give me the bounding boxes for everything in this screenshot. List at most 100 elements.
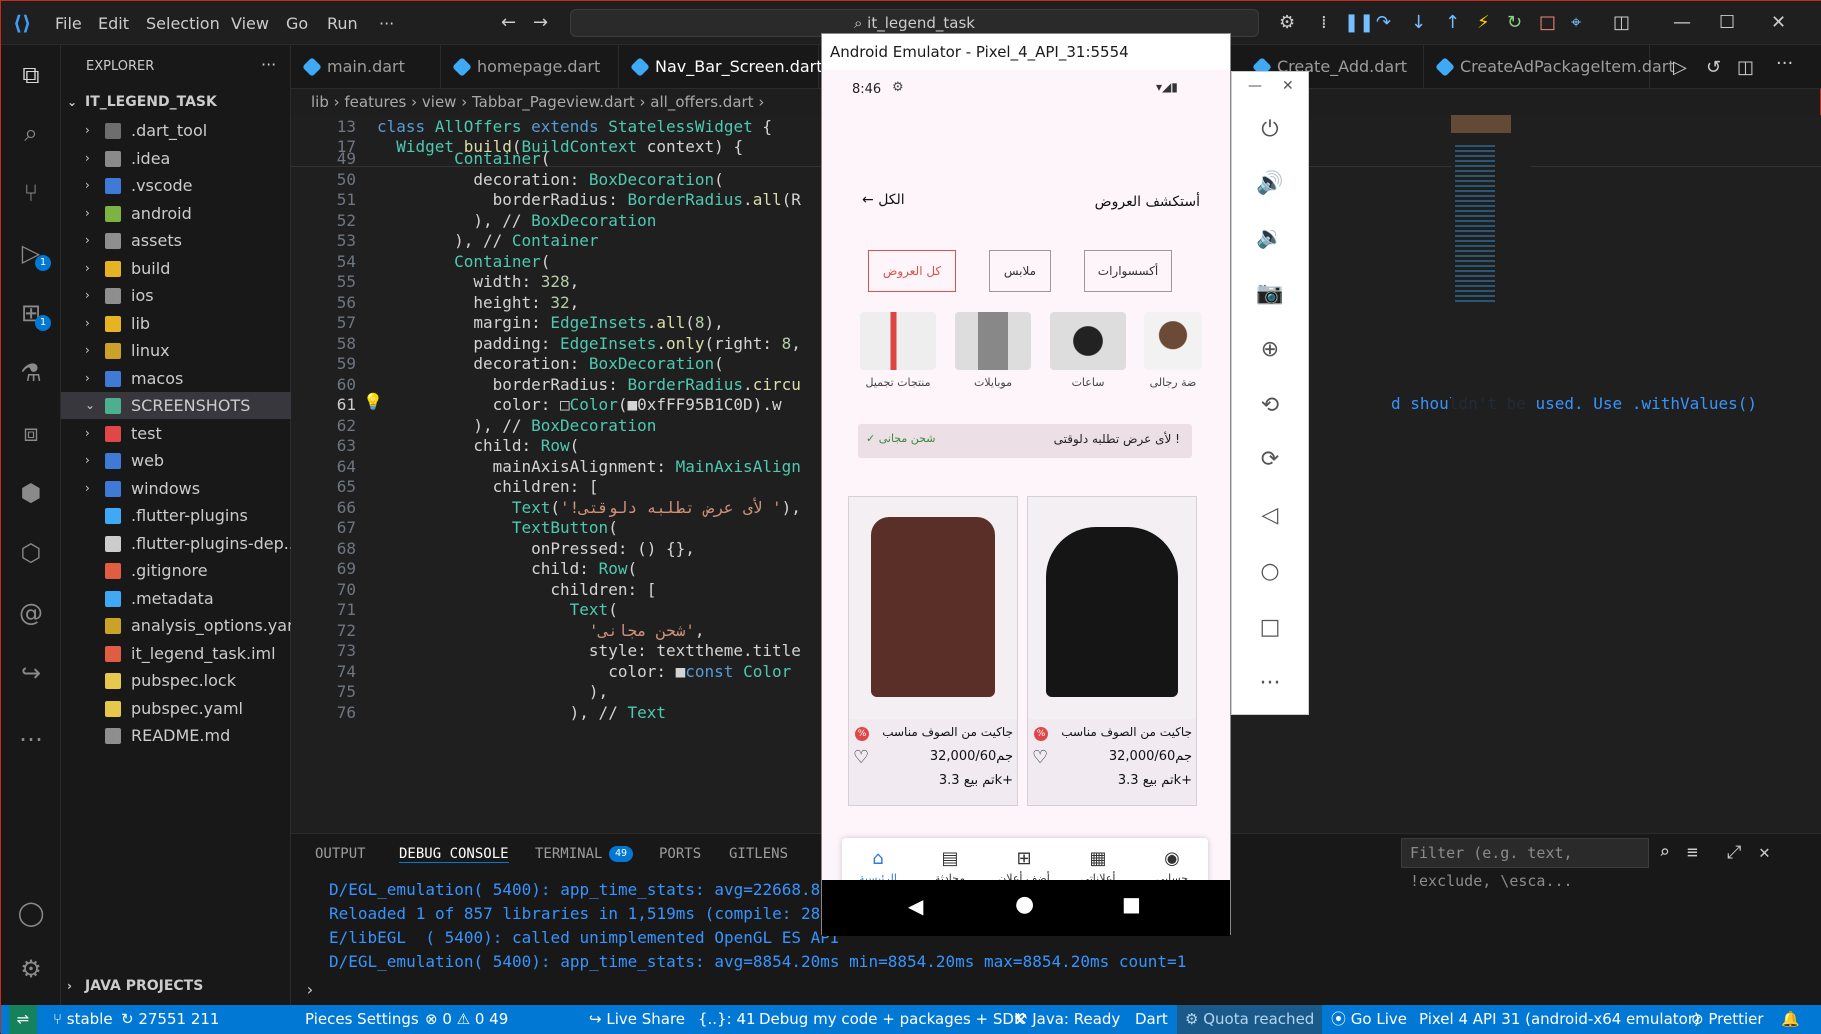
editor-more-icon[interactable]: ··· xyxy=(1776,53,1793,74)
file-item[interactable]: README.md xyxy=(61,722,291,749)
explorer-icon[interactable]: ⧉ xyxy=(15,59,47,91)
account-icon[interactable]: ◯ xyxy=(15,897,47,929)
overview-icon[interactable]: □ xyxy=(1254,612,1286,644)
maximize-panel-icon[interactable]: ⤢ xyxy=(1727,842,1741,863)
product-card[interactable]: جاكيت من الصوف مناسب % جم32,000/60 ♡ +kت… xyxy=(1027,496,1197,806)
file-item[interactable]: it_legend_task.iml xyxy=(61,640,291,667)
chip-clothes[interactable]: ملابس xyxy=(989,250,1051,292)
search-icon[interactable]: ⌕ xyxy=(15,117,47,149)
file-item[interactable]: analysis_options.yaml xyxy=(61,612,291,639)
notifications-icon[interactable]: 🔔 xyxy=(1781,1005,1800,1034)
prettier-status[interactable]: ⊘ Prettier xyxy=(1691,1005,1764,1034)
java-status[interactable]: ⚒ Java: Ready xyxy=(1014,1005,1120,1034)
problems-status[interactable]: ⊗ 0 ⚠ 0 49 xyxy=(425,1005,508,1034)
home-circle-icon[interactable]: ● xyxy=(1015,892,1034,917)
folder-item[interactable]: › android xyxy=(61,200,291,227)
header-all-link[interactable]: ← الكل xyxy=(862,192,905,208)
run-debug-icon[interactable]: ▷ 1 xyxy=(15,237,51,271)
close-icon[interactable]: ✕ xyxy=(1282,78,1294,94)
back-icon[interactable]: ◁ xyxy=(1254,500,1286,532)
rotate-right-icon[interactable]: ⟳ xyxy=(1254,444,1286,476)
folder-item[interactable]: › build xyxy=(61,255,291,282)
more-icon[interactable]: … xyxy=(15,717,47,749)
minimize-icon[interactable]: — xyxy=(1673,12,1691,33)
tab-gitlens[interactable]: GITLENS xyxy=(729,846,788,862)
file-item[interactable]: .metadata xyxy=(61,585,291,612)
sync-status[interactable]: ↻ 27551 211 xyxy=(121,1005,219,1034)
project-root[interactable]: ⌄ IT_LEGEND_TASK xyxy=(61,89,291,116)
file-item[interactable]: .gitignore xyxy=(61,557,291,584)
java-projects-section[interactable]: › JAVA PROJECTS xyxy=(61,973,291,1000)
folder-item[interactable]: › macos xyxy=(61,365,291,392)
restart-icon[interactable]: ↻ xyxy=(1507,12,1522,33)
menu-file[interactable]: File xyxy=(55,14,82,33)
volume-down-icon[interactable]: 🔉 xyxy=(1254,222,1286,254)
remote-explorer-icon[interactable]: ⧈ xyxy=(15,417,47,449)
device-status[interactable]: Pixel 4 API 31 (android-x64 emulator) xyxy=(1419,1005,1700,1034)
live-share-icon[interactable]: ↪ xyxy=(15,657,47,689)
explorer-more-icon[interactable]: ··· xyxy=(261,55,276,74)
tab-create-ad-package-item[interactable]: CreateAdPackageItem.dart xyxy=(1424,45,1675,89)
close-icon[interactable]: ✕ xyxy=(1771,12,1786,33)
menu-run[interactable]: Run xyxy=(327,14,358,33)
category-mobiles[interactable]: موبايلات xyxy=(955,312,1031,389)
folder-item[interactable]: › test xyxy=(61,420,291,447)
menu-selection[interactable]: Selection xyxy=(146,14,220,33)
rotate-left-icon[interactable]: ⟲ xyxy=(1254,390,1286,422)
search-icon[interactable]: ⌕ xyxy=(1659,842,1670,863)
tab-ports[interactable]: PORTS xyxy=(659,846,701,862)
folder-item[interactable]: › web xyxy=(61,447,291,474)
back-arrow-icon[interactable]: ← xyxy=(501,12,516,33)
folder-item[interactable]: › .vscode xyxy=(61,172,291,199)
devtools-icon[interactable]: ⌖ xyxy=(1571,12,1581,33)
cursor-position[interactable]: {..}: 41 xyxy=(698,1005,756,1034)
language-mode[interactable]: Dart xyxy=(1135,1005,1168,1034)
pause-icon[interactable]: ❚❚ xyxy=(1344,12,1374,33)
recents-square-icon[interactable]: ■ xyxy=(1122,892,1141,916)
step-out-icon[interactable]: ↑ xyxy=(1445,12,1460,33)
pieces-settings[interactable]: Pieces Settings xyxy=(305,1005,419,1034)
folder-item[interactable]: › assets xyxy=(61,227,291,254)
home-icon[interactable]: ○ xyxy=(1254,556,1286,588)
step-into-icon[interactable]: ↓ xyxy=(1411,12,1426,33)
menu-edit[interactable]: Edit xyxy=(98,14,129,33)
phone-screen[interactable]: 8:46 ⚙ ▾◢▮ أستكشف العروض ← الكل كل العرو… xyxy=(822,70,1230,898)
go-live-status[interactable]: ⦿ Go Live xyxy=(1331,1005,1407,1034)
package-icon[interactable]: ⬡ xyxy=(15,537,47,569)
quota-status[interactable]: ⚙ Quota reached xyxy=(1177,1005,1323,1034)
folder-item[interactable]: › ios xyxy=(61,282,291,309)
clear-console-icon[interactable]: ≡ xyxy=(1687,842,1698,863)
copilot-icon[interactable]: ⚙ xyxy=(1279,12,1295,33)
more-options-icon[interactable]: ··· xyxy=(1254,668,1286,700)
branch-status[interactable]: ⑂ stable xyxy=(53,1005,113,1034)
camera-icon[interactable]: 📷 xyxy=(1254,278,1286,310)
split-editor-icon[interactable]: ◫ xyxy=(1737,57,1754,78)
console-filter-input[interactable]: Filter (e.g. text, !exclude, \esca... xyxy=(1401,838,1649,890)
layout-icon[interactable]: ◫ xyxy=(1613,12,1630,33)
product-card[interactable]: جاكيت من الصوف مناسب % جم32,000/60 ♡ +kت… xyxy=(848,496,1018,806)
drag-handle-icon[interactable]: ⁞ xyxy=(1321,12,1327,33)
category-men-fashion[interactable]: ضة رجالى xyxy=(1144,312,1202,389)
containers-icon[interactable]: ⬢ xyxy=(15,477,47,509)
category-beauty[interactable]: منتجات تجميل xyxy=(860,312,936,389)
menu-go[interactable]: Go xyxy=(286,14,308,33)
tab-main-dart[interactable]: main.dart xyxy=(291,45,441,89)
forward-arrow-icon[interactable]: → xyxy=(533,12,548,33)
tab-terminal[interactable]: TERMINAL xyxy=(535,846,602,862)
tab-homepage-dart[interactable]: homepage.dart xyxy=(441,45,619,89)
accounts-at-icon[interactable]: @ xyxy=(15,597,47,629)
testing-icon[interactable]: ⚗ xyxy=(15,357,47,389)
live-share-status[interactable]: ↪ Live Share xyxy=(589,1005,685,1034)
history-icon[interactable]: ↺ xyxy=(1706,57,1721,78)
maximize-icon[interactable]: ☐ xyxy=(1719,12,1735,33)
settings-gear-icon[interactable]: ⚙ xyxy=(15,953,47,985)
file-item[interactable]: pubspec.yaml xyxy=(61,695,291,722)
chip-all-offers[interactable]: كل العروض xyxy=(868,250,956,292)
step-over-icon[interactable]: ↷ xyxy=(1376,12,1391,33)
zoom-icon[interactable]: ⊕ xyxy=(1254,334,1286,366)
source-control-icon[interactable]: ⑂ xyxy=(15,177,47,209)
folder-item[interactable]: › lib xyxy=(61,310,291,337)
category-watches[interactable]: ساعات xyxy=(1050,312,1126,389)
tab-output[interactable]: OUTPUT xyxy=(315,846,366,862)
menu-more[interactable]: ··· xyxy=(379,14,394,33)
